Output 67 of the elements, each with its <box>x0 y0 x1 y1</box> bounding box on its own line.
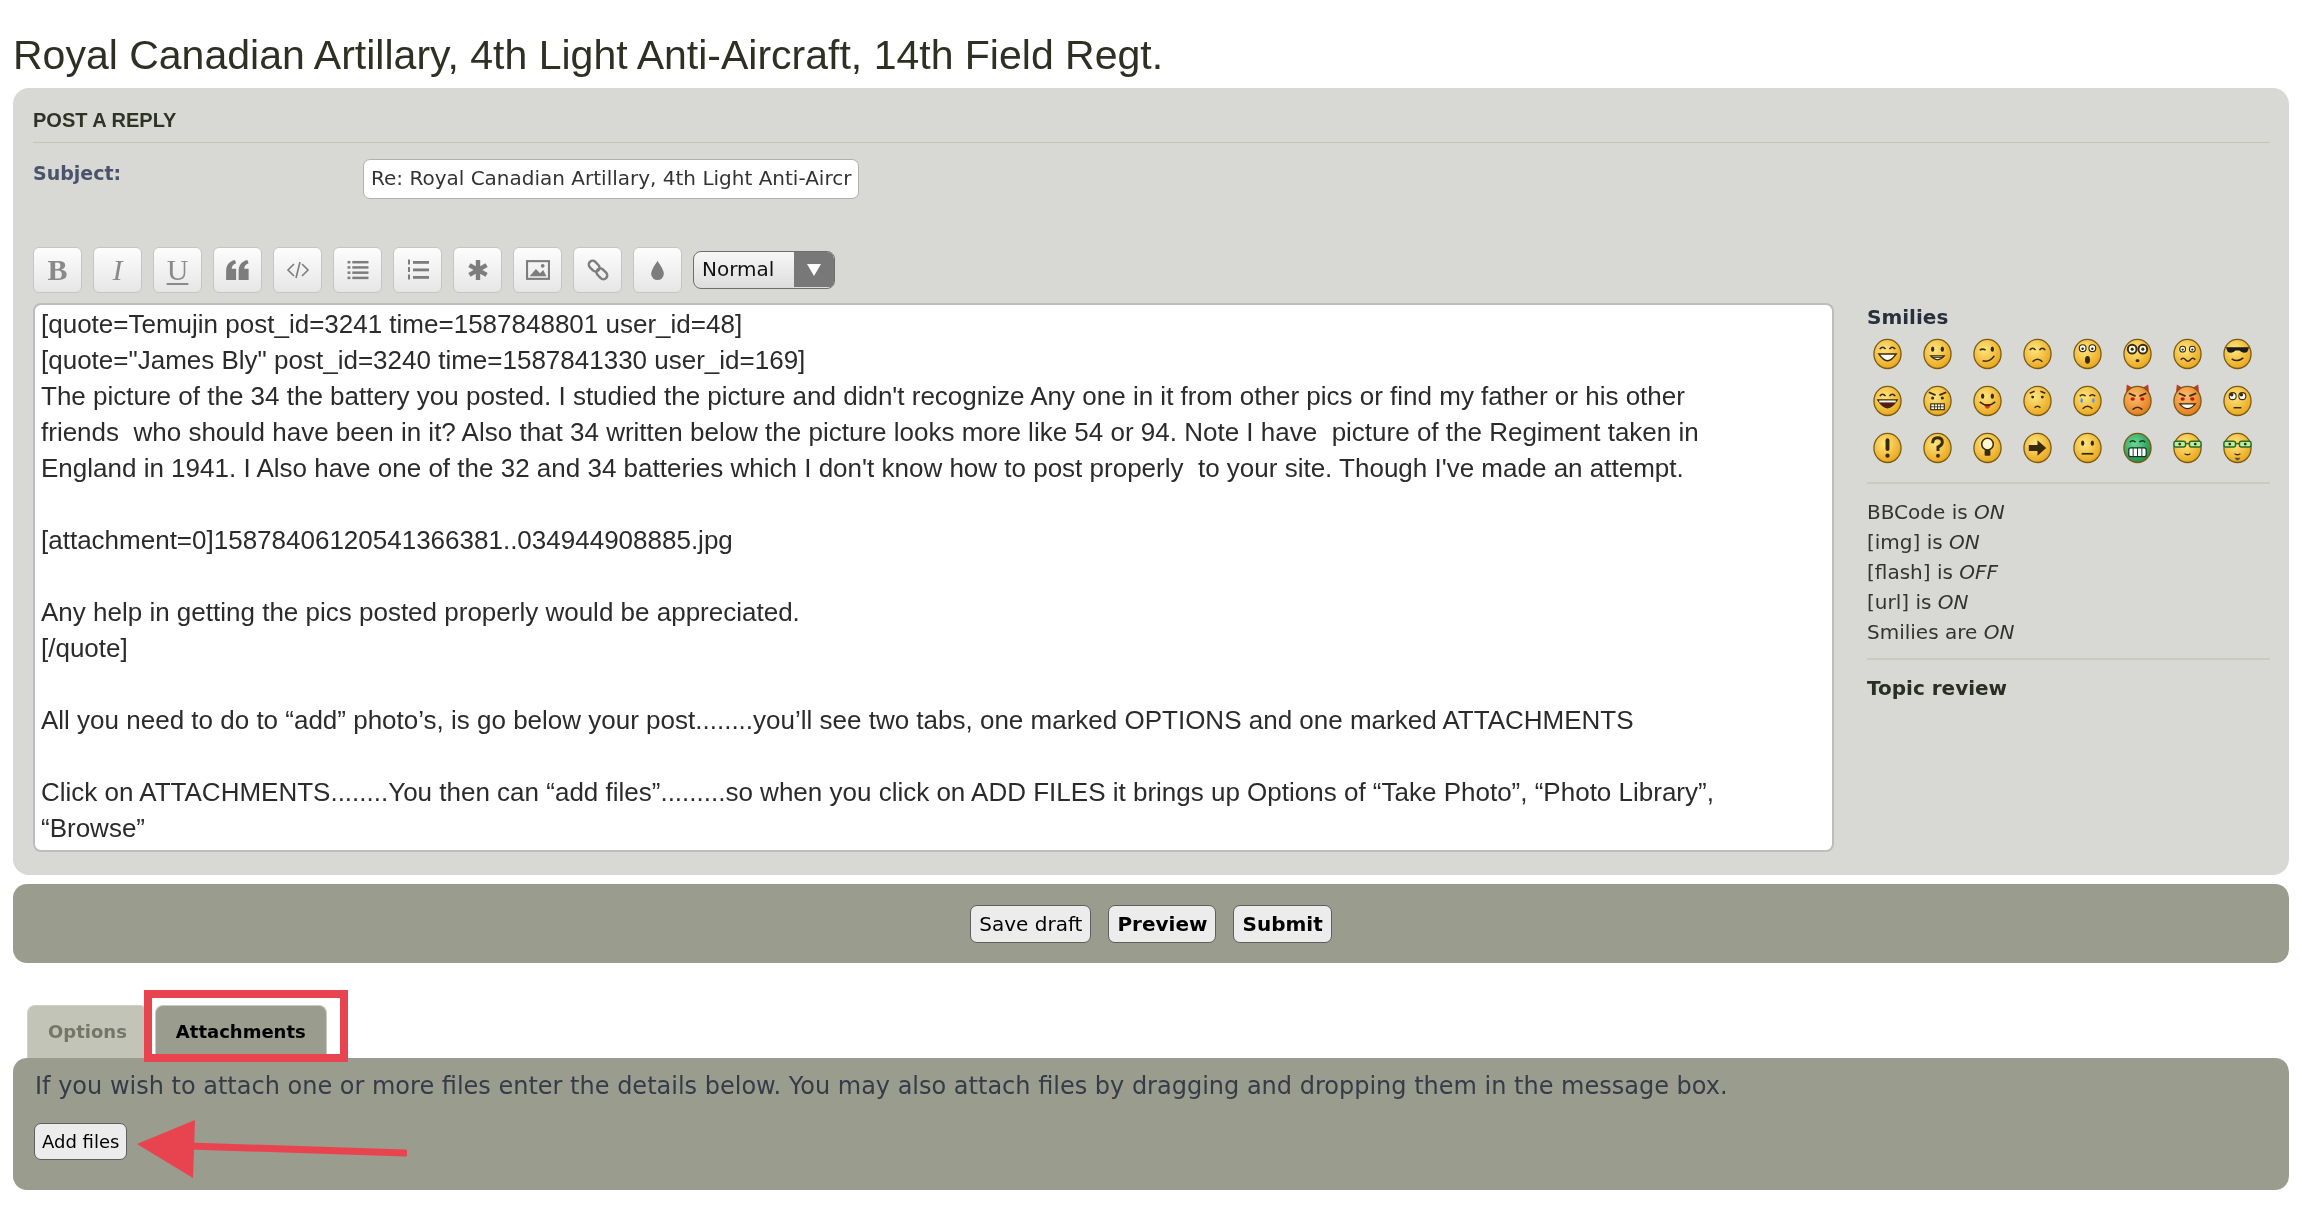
drop-icon <box>651 260 664 280</box>
message-paragraph: [attachment=0]15878406120541366381..034944908885.jpg <box>41 524 733 557</box>
form-heading: POST A REPLY <box>33 106 2270 143</box>
numbered-list-icon <box>405 259 430 281</box>
link-button[interactable] <box>573 247 622 293</box>
font-color-button[interactable] <box>633 247 682 293</box>
message-field[interactable] <box>33 303 1834 852</box>
surprised-face-icon[interactable] <box>2072 336 2103 370</box>
image-button[interactable] <box>513 247 562 293</box>
sad-face-icon[interactable] <box>2022 336 2053 370</box>
topic-review-heading: Topic review <box>1867 675 2008 702</box>
setting-status: [img] is ON <box>1867 529 1980 556</box>
font-size-select[interactable]: Normal <box>693 251 835 289</box>
message-paragraph: [quote="James Bly" post_id=3240 time=1587841330 user_id=169] <box>41 344 806 377</box>
sunglasses-face-icon[interactable] <box>2222 336 2253 370</box>
grinning-devil-icon[interactable] <box>2172 383 2203 417</box>
confused-face-icon[interactable] <box>2172 336 2203 370</box>
list-item-button[interactable] <box>453 247 502 293</box>
code-icon <box>285 261 310 279</box>
worried-face-icon[interactable] <box>2022 383 2053 417</box>
laughing-face-icon[interactable] <box>1872 383 1903 417</box>
asterisk-icon <box>466 259 489 281</box>
subject-label: Subject: <box>33 161 123 186</box>
image-icon <box>525 260 550 280</box>
smilies-title: Smilies <box>1867 304 1949 331</box>
grinning-face-icon[interactable] <box>1872 336 1903 370</box>
bulleted-list-icon <box>345 260 370 280</box>
caret-icon <box>794 252 834 287</box>
message-paragraph: [/quote] <box>41 632 128 665</box>
tongue-out-face-icon[interactable] <box>1972 383 2003 417</box>
lightbulb-icon[interactable] <box>1972 430 2003 464</box>
action-button[interactable]: Save draft <box>970 904 1092 943</box>
devil-face-icon[interactable] <box>2122 383 2153 417</box>
setting-status: BBCode is ON <box>1867 499 2005 526</box>
link-icon <box>585 258 610 282</box>
grimacing-face-icon[interactable] <box>2122 430 2153 464</box>
quote-button[interactable] <box>213 247 262 293</box>
winking-face-icon[interactable] <box>1972 336 2003 370</box>
exclamation-icon[interactable] <box>1872 430 1903 464</box>
neutral-face-icon[interactable] <box>2072 430 2103 464</box>
rolling-eyes-face-icon[interactable] <box>2222 383 2253 417</box>
crying-face-icon[interactable] <box>2072 383 2103 417</box>
smiling-face-icon[interactable] <box>1922 336 1953 370</box>
shocked-face-icon[interactable] <box>2122 336 2153 370</box>
action-button[interactable]: Submit <box>1233 904 1332 943</box>
setting-status: [url] is ON <box>1867 589 1969 616</box>
message-paragraph: Any help in getting the pics posted properly would be appreciated. <box>41 596 800 629</box>
arrow-right-icon[interactable] <box>2022 430 2053 464</box>
quote-icon <box>225 260 250 280</box>
bearded-face-with-glasses-icon[interactable] <box>2222 430 2253 464</box>
action-button[interactable]: Preview <box>1108 904 1217 943</box>
message-paragraph: Click on ATTACHMENTS........You then can “add files”.........so when you click on ADD FILES it brings up Options of “Take Photo”, “Photo Library”, “Browse” <box>41 776 1714 845</box>
page-title: Royal Canadian Artillary, 4th Light Anti-Aircraft, 14th Field Regt. <box>13 31 1164 80</box>
question-mark-icon[interactable] <box>1922 430 1953 464</box>
subject-input[interactable]: Re: Royal Canadian Artillary, 4th Light Anti-Aircr <box>363 159 860 199</box>
setting-status: [flash] is OFF <box>1867 559 1998 586</box>
message-paragraph: All you need to do to “add” photo’s, is go below your post........you’ll see two tabs, one marked OPTIONS and one marked ATTACHMENTS <box>41 704 1634 737</box>
numbered-list-button[interactable] <box>393 247 442 293</box>
message-paragraph: [quote=Temujin post_id=3241 time=1587848801 user_id=48] <box>41 308 743 341</box>
add-files-button[interactable]: Add files <box>34 1123 128 1160</box>
angry-face-icon[interactable] <box>1922 383 1953 417</box>
list-button[interactable] <box>333 247 382 293</box>
attachments-instructions: If you wish to attach one or more files enter the details below. You may also attach files by dragging and dropping them in the message box. <box>35 1071 1728 1101</box>
setting-status: Smilies are ON <box>1867 619 2015 646</box>
message-paragraph: The picture of the 34 the battery you posted. I studied the picture and didn't recognize Any one in it from other pics or find my father or his other friends who should have been in it? Also that 34 written below the picture looks more like 54 or 94. Note I have picture of the Regiment taken in England in 1941. I Also have one of the 32 and 34 batteries which I don't know how to post properly to your site. Though I've made an attempt. <box>41 380 1699 485</box>
face-with-glasses-icon[interactable] <box>2172 430 2203 464</box>
code-button[interactable] <box>273 247 322 293</box>
